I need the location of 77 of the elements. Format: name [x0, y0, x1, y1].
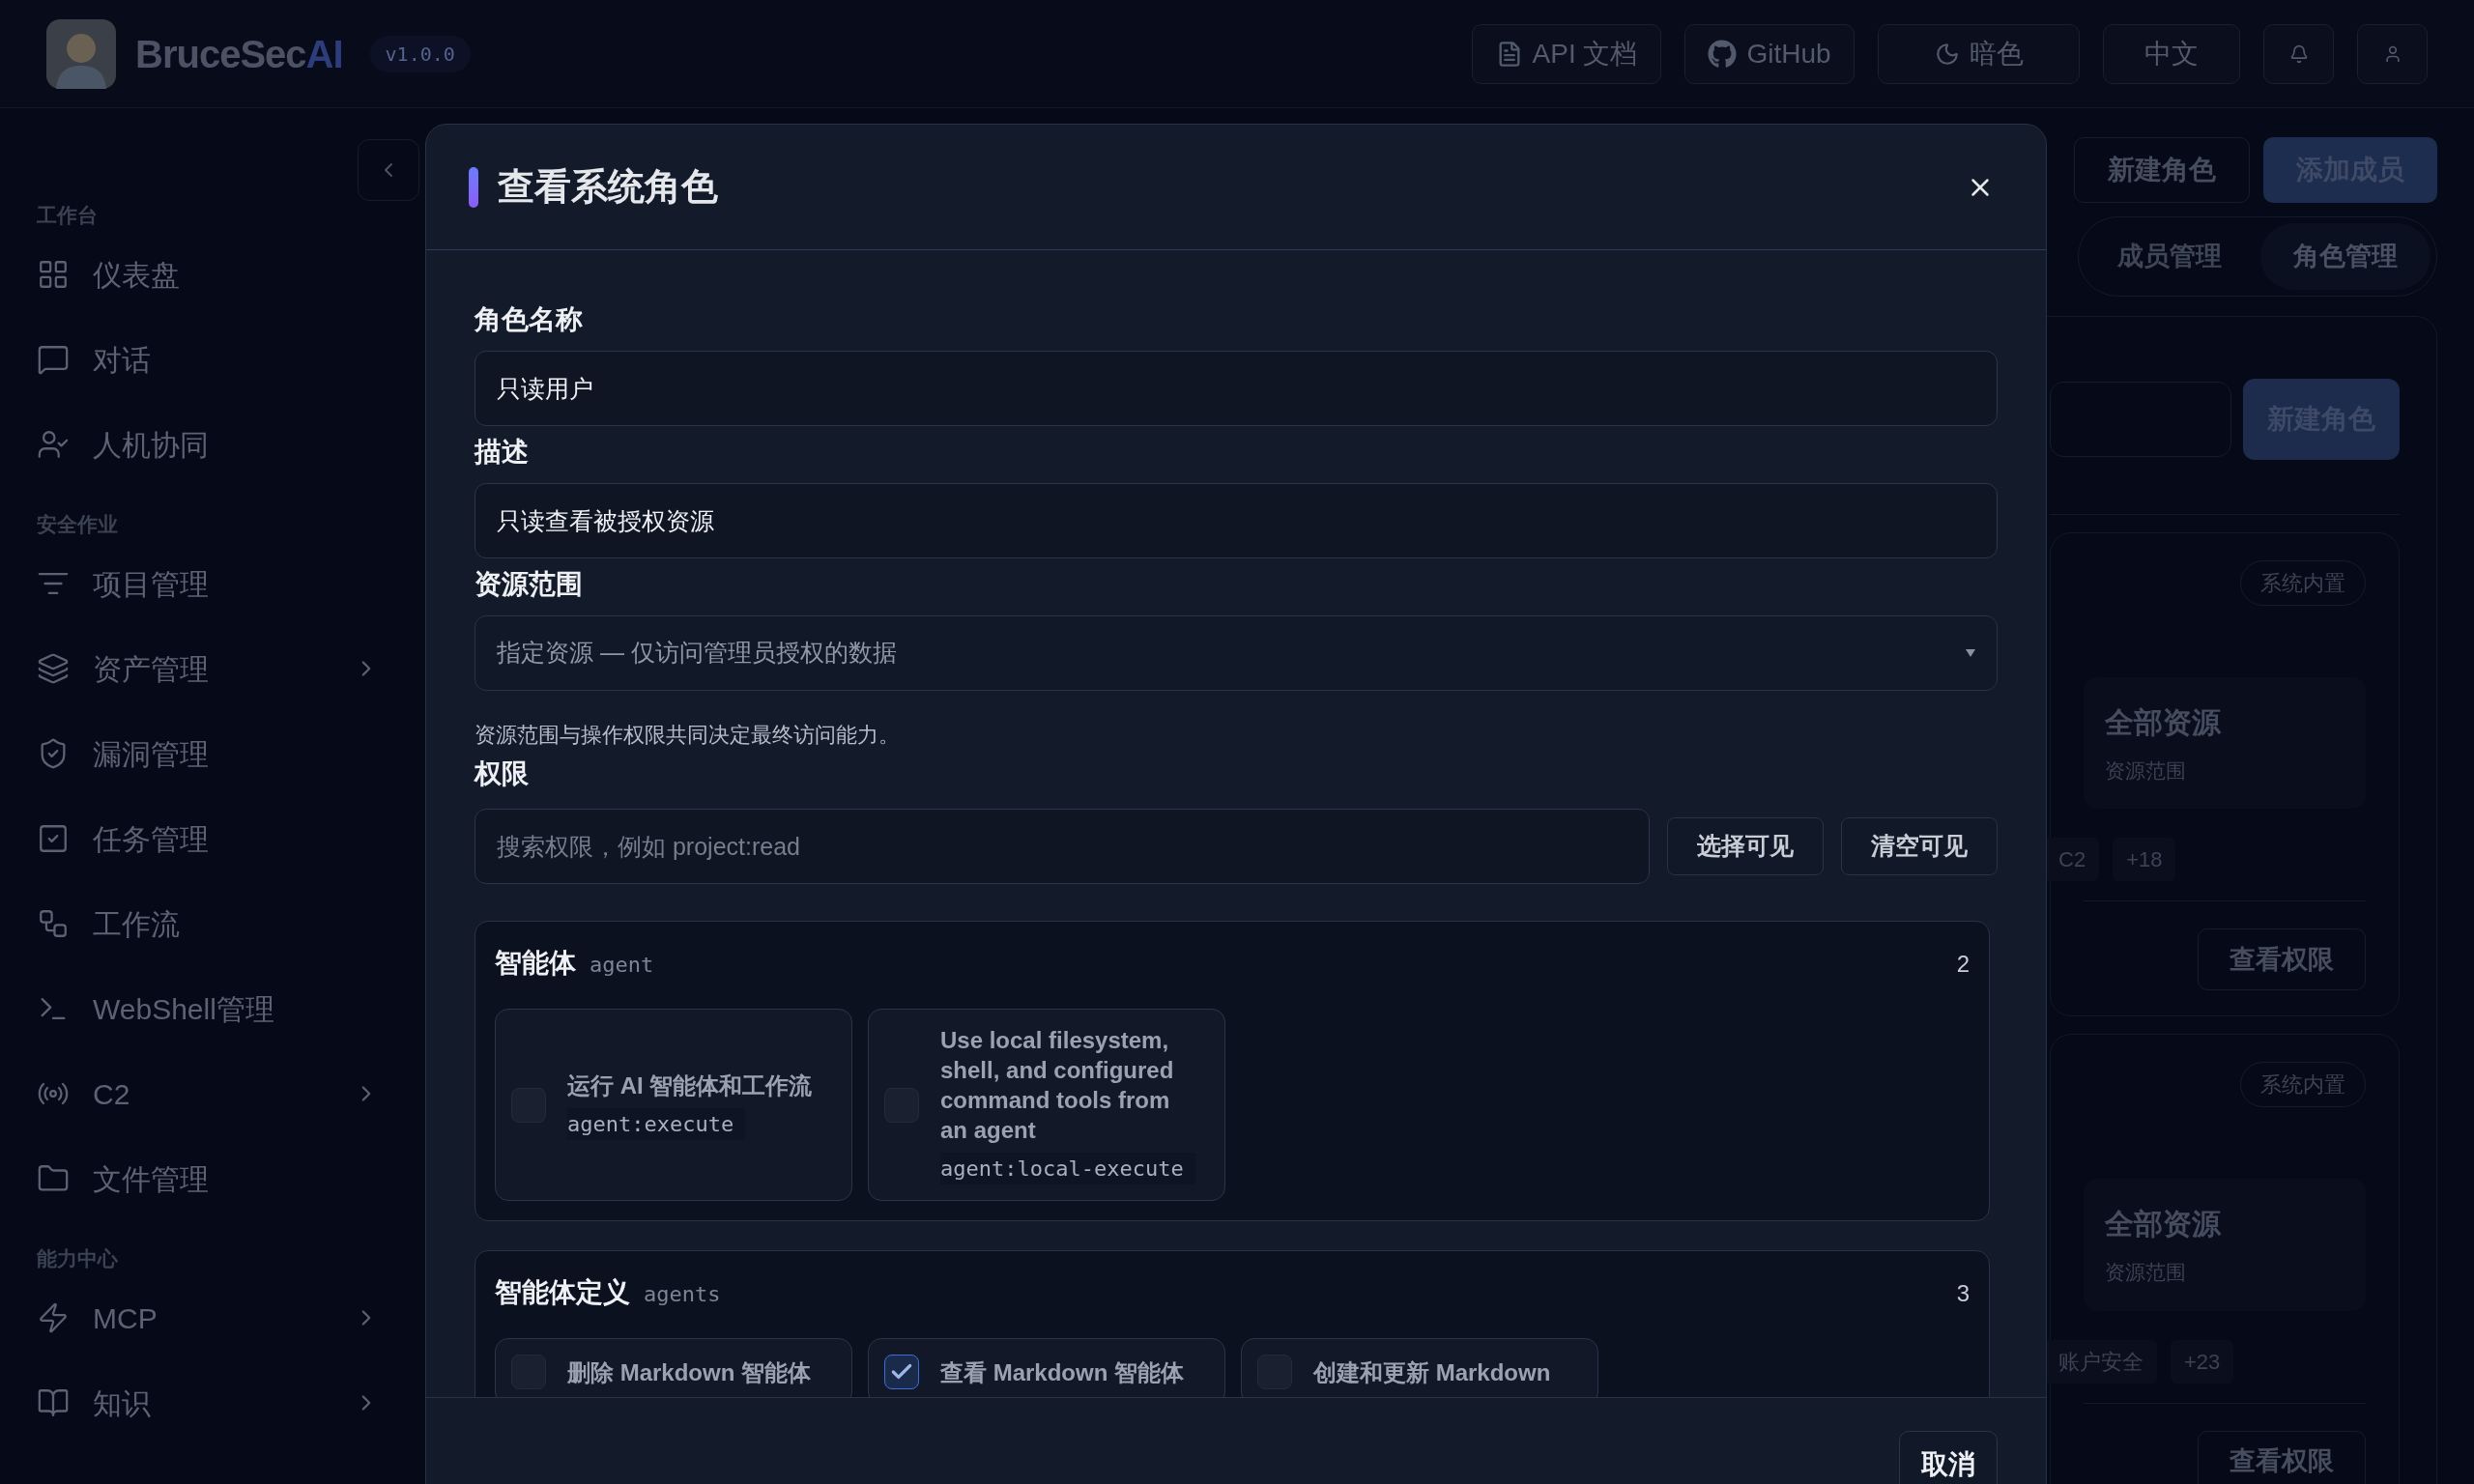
sidebar-item[interactable]: WebShell管理: [37, 966, 425, 1051]
notifications-button[interactable]: [2263, 23, 2334, 84]
scope-value: 全部资源: [2105, 1207, 2222, 1241]
title-accent-icon: [469, 166, 478, 208]
bulk-select-button[interactable]: 清空可见: [1841, 817, 1998, 875]
sidebar-item[interactable]: C2: [37, 1051, 425, 1136]
workflow-icon: [37, 907, 70, 940]
view-permissions-button[interactable]: 查看权限: [2198, 928, 2366, 990]
grid-icon: [37, 258, 70, 291]
moon-icon: [1934, 41, 1960, 67]
permission-label: 查看 Markdown 智能体: [940, 1357, 1184, 1387]
bulk-select-button[interactable]: 选择可见: [1667, 817, 1824, 875]
sidebar-item[interactable]: 任务管理: [37, 796, 425, 881]
sidebar-section-title: 能力中心: [37, 1246, 119, 1271]
permission-label: 运行 AI 智能体和工作流: [567, 1070, 813, 1100]
sidebar-item[interactable]: 项目管理: [37, 541, 425, 626]
github-icon: [1708, 39, 1738, 69]
permission-code: agent:execute: [567, 1107, 746, 1140]
bell-icon: [2288, 43, 2309, 64]
tab[interactable]: 角色管理: [2260, 223, 2431, 290]
scope-value: 全部资源: [2105, 704, 2222, 740]
account-button[interactable]: [2357, 23, 2428, 84]
version-badge: v1.0.0: [369, 35, 471, 72]
sidebar-item[interactable]: MCP: [37, 1275, 425, 1360]
lightning-icon: [37, 1301, 70, 1334]
header-button[interactable]: 中文: [2103, 23, 2240, 84]
sidebar-item[interactable]: 知识: [37, 1360, 425, 1445]
view-permissions-button[interactable]: 查看权限: [2198, 1430, 2366, 1484]
sidebar-item[interactable]: 工作流: [37, 881, 425, 966]
field-label: 描述: [475, 436, 530, 469]
sidebar-item[interactable]: 资产管理: [37, 626, 425, 711]
sidebar-section-title: 工作台: [37, 203, 99, 228]
permission-search-field[interactable]: 搜索权限，例如 project:read: [475, 809, 1650, 884]
cancel-button[interactable]: 取消: [1899, 1431, 1998, 1484]
dialog-title: 查看系统角色: [498, 165, 719, 209]
permission-label: 创建和更新 Markdown: [1313, 1357, 1551, 1387]
permission-card[interactable]: 运行 AI 智能体和工作流 agent:execute: [495, 1009, 852, 1201]
app-logo-text: BruceSecAI: [135, 31, 343, 77]
group-count: 3: [1956, 1279, 1970, 1308]
caret-icon: [1966, 649, 1975, 657]
group-title: 智能体: [495, 947, 576, 980]
text-field[interactable]: 只读查看被授权资源: [475, 483, 1998, 558]
collapse-sidebar-button[interactable]: [358, 139, 419, 201]
sidebar-item[interactable]: 人机协同: [37, 402, 425, 487]
permission-card[interactable]: 创建和更新 Markdown: [1241, 1338, 1598, 1397]
book-icon: [37, 1386, 70, 1419]
permissions-label: 权限: [475, 757, 530, 790]
new-role-button[interactable]: 新建角色: [2074, 137, 2250, 203]
group-count: 2: [1956, 950, 1970, 979]
field-label: 资源范围: [475, 568, 584, 601]
header-button[interactable]: 暗色: [1878, 23, 2080, 84]
user-check-icon: [37, 428, 70, 461]
permission-label: 删除 Markdown 智能体: [567, 1357, 811, 1387]
checkbox[interactable]: [884, 1355, 919, 1389]
tab[interactable]: 成员管理: [2085, 223, 2255, 290]
chat-bubble-icon: [37, 343, 70, 376]
text-field[interactable]: 只读用户: [475, 351, 1998, 426]
sidebar-item[interactable]: 文件管理: [37, 1136, 425, 1221]
permission-label: Use local filesystem, shell, and configured command tools from an agent: [940, 1026, 1175, 1145]
hint-text: 资源范围与操作权限共同决定最终访问能力。: [475, 722, 901, 749]
sidebar-section-title: 安全作业: [37, 512, 119, 537]
permission-card[interactable]: 删除 Markdown 智能体: [495, 1338, 852, 1397]
group-key: agent: [590, 949, 654, 981]
field-label: 角色名称: [475, 303, 584, 336]
header-button[interactable]: GitHub: [1684, 23, 1855, 84]
permission-card[interactable]: 查看 Markdown 智能体: [868, 1338, 1225, 1397]
group-title: 智能体定义: [495, 1276, 630, 1309]
group-key: agents: [644, 1278, 721, 1310]
layers-icon: [37, 652, 70, 685]
scope-select[interactable]: 指定资源 — 仅访问管理员授权的数据: [475, 615, 1998, 691]
sidebar-item[interactable]: 漏洞管理: [37, 711, 425, 796]
sidebar-item[interactable]: 对话: [37, 317, 425, 402]
sidebar-item[interactable]: 仪表盘: [37, 232, 425, 317]
header-button[interactable]: API 文档: [1472, 23, 1661, 84]
permission-code: agent:local-execute: [940, 1153, 1195, 1184]
permission-card[interactable]: Use local filesystem, shell, and configured command tools from an agent agent:local-execute: [868, 1009, 1225, 1201]
check-square-icon: [37, 822, 70, 855]
